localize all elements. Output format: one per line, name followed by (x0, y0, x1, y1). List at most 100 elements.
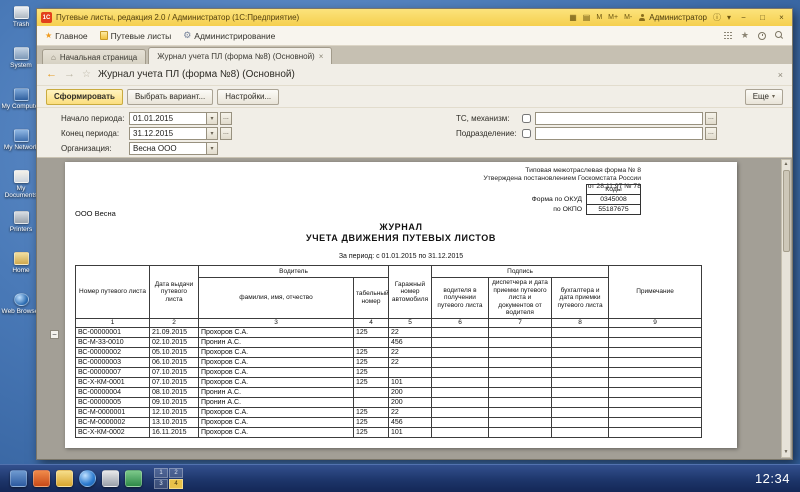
menu-item-waybills[interactable]: Путевые листы (100, 31, 172, 41)
cell-sign-accountant[interactable] (552, 407, 609, 417)
cell-issue-date[interactable]: 07.10.2015 (150, 367, 199, 377)
cell-waybill-number[interactable]: ВС-М-0000001 (76, 407, 150, 417)
cell-sign-dispatcher[interactable] (489, 397, 552, 407)
history-icon[interactable] (758, 32, 766, 40)
cell-sign-accountant[interactable] (552, 347, 609, 357)
back-arrow-icon[interactable]: ← (46, 69, 57, 80)
cell-issue-date[interactable]: 09.10.2015 (150, 397, 199, 407)
table-row[interactable]: ВС-00000005 09.10.2015 Пронин А.С. 200 (76, 397, 702, 407)
workspace-3[interactable]: 3 (154, 479, 168, 489)
cell-garage-number[interactable]: 200 (389, 397, 432, 407)
titlebar[interactable]: 1С Путевые листы, редакция 2.0 / Админис… (37, 9, 792, 26)
menu-item-main[interactable]: ★ Главное (45, 31, 88, 41)
cell-issue-date[interactable]: 21.09.2015 (150, 327, 199, 337)
table-row[interactable]: ВС-00000003 06.10.2015 Прохоров С.А. 125… (76, 357, 702, 367)
cell-note[interactable] (609, 417, 702, 427)
favorites-icon[interactable]: ★ (741, 31, 749, 40)
cell-tab-number[interactable]: 125 (354, 407, 389, 417)
cell-sign-accountant[interactable] (552, 337, 609, 347)
cell-sign-dispatcher[interactable] (489, 387, 552, 397)
cell-note[interactable] (609, 377, 702, 387)
cell-sign-dispatcher[interactable] (489, 357, 552, 367)
files-icon[interactable] (56, 470, 73, 487)
cell-waybill-number[interactable]: ВС-00000003 (76, 357, 150, 367)
table-row[interactable]: ВС-Х-КМ-0001 07.10.2015 Прохоров С.А. 12… (76, 377, 702, 387)
search-icon[interactable] (775, 31, 784, 40)
cell-sign-dispatcher[interactable] (489, 347, 552, 357)
cell-note[interactable] (609, 427, 702, 437)
workspace-1[interactable]: 1 (154, 468, 168, 478)
cell-sign-accountant[interactable] (552, 387, 609, 397)
cell-note[interactable] (609, 347, 702, 357)
cell-note[interactable] (609, 407, 702, 417)
table-row[interactable]: ВС-Х-КМ-0002 16.11.2015 Прохоров С.А. 12… (76, 427, 702, 437)
cell-note[interactable] (609, 337, 702, 347)
vehicle-checkbox[interactable] (522, 114, 531, 123)
cell-waybill-number[interactable]: ВС-М-0000002 (76, 417, 150, 427)
info-icon[interactable]: ⓘ (713, 14, 721, 22)
cell-sign-accountant[interactable] (552, 357, 609, 367)
cell-tab-number[interactable]: 125 (354, 357, 389, 367)
cell-driver-name[interactable]: Пронин А.С. (199, 337, 354, 347)
cell-waybill-number[interactable]: ВС-00000002 (76, 347, 150, 357)
cell-waybill-number[interactable]: ВС-00000005 (76, 397, 150, 407)
cell-waybill-number[interactable]: ВС-Х-КМ-0001 (76, 377, 150, 387)
forward-arrow-icon[interactable]: → (64, 69, 75, 80)
cell-tab-number[interactable] (354, 397, 389, 407)
cell-issue-date[interactable]: 13.10.2015 (150, 417, 199, 427)
period-start-input[interactable] (129, 112, 207, 125)
cell-sign-driver[interactable] (432, 347, 489, 357)
cell-driver-name[interactable]: Прохоров С.А. (199, 427, 354, 437)
settings-button[interactable]: Настройки... (217, 89, 279, 105)
cell-tab-number[interactable]: 125 (354, 347, 389, 357)
table-row[interactable]: ВС-00000001 21.09.2015 Прохоров С.А. 125… (76, 327, 702, 337)
cell-tab-number[interactable] (354, 387, 389, 397)
cell-driver-name[interactable]: Прохоров С.А. (199, 347, 354, 357)
cell-driver-name[interactable]: Прохоров С.А. (199, 417, 354, 427)
cell-garage-number[interactable]: 200 (389, 387, 432, 397)
cell-driver-name[interactable]: Пронин А.С. (199, 387, 354, 397)
cell-garage-number[interactable]: 456 (389, 337, 432, 347)
cell-tab-number[interactable]: 125 (354, 427, 389, 437)
cell-sign-driver[interactable] (432, 337, 489, 347)
cell-tab-number[interactable]: 125 (354, 377, 389, 387)
scroll-up-icon[interactable]: ▲ (782, 160, 790, 169)
period-end-input[interactable] (129, 127, 207, 140)
memory-m-minus-button[interactable]: М- (624, 14, 632, 21)
cell-sign-accountant[interactable] (552, 377, 609, 387)
workspace-2[interactable]: 2 (169, 468, 183, 478)
terminal-icon[interactable] (102, 470, 119, 487)
cell-driver-name[interactable]: Пронин А.С. (199, 397, 354, 407)
organization-input[interactable] (129, 142, 207, 155)
department-input[interactable] (535, 127, 703, 140)
cell-sign-dispatcher[interactable] (489, 407, 552, 417)
choose-variant-button[interactable]: Выбрать вариант... (127, 89, 213, 105)
cell-sign-driver[interactable] (432, 327, 489, 337)
minimize-button[interactable]: − (737, 14, 750, 22)
period-end-dropdown-icon[interactable]: ▾ (207, 127, 218, 140)
department-picker-button[interactable]: ... (705, 127, 717, 140)
cell-issue-date[interactable]: 02.10.2015 (150, 337, 199, 347)
scrollbar-thumb[interactable] (783, 170, 790, 252)
memory-m-button[interactable]: М (596, 14, 602, 21)
cell-issue-date[interactable]: 12.10.2015 (150, 407, 199, 417)
cell-waybill-number[interactable]: ВС-00000007 (76, 367, 150, 377)
calculator-icon[interactable]: ▦ (569, 14, 577, 22)
organization-name[interactable]: ООО Весна (75, 209, 116, 218)
web-browser-icon[interactable] (79, 470, 96, 487)
chevron-down-icon[interactable]: ▾ (727, 14, 731, 22)
cell-waybill-number[interactable]: ВС-М-33-0010 (76, 337, 150, 347)
vehicle-picker-button[interactable]: ... (705, 112, 717, 125)
all-functions-icon[interactable] (724, 32, 732, 40)
table-row[interactable]: ВС-М-33-0010 02.10.2015 Пронин А.С. 456 (76, 337, 702, 347)
cell-tab-number[interactable]: 125 (354, 327, 389, 337)
cell-garage-number[interactable]: 101 (389, 377, 432, 387)
cell-note[interactable] (609, 397, 702, 407)
cell-driver-name[interactable]: Прохоров С.А. (199, 367, 354, 377)
cell-sign-driver[interactable] (432, 397, 489, 407)
cell-sign-accountant[interactable] (552, 417, 609, 427)
cell-sign-dispatcher[interactable] (489, 417, 552, 427)
cell-note[interactable] (609, 357, 702, 367)
cell-issue-date[interactable]: 16.11.2015 (150, 427, 199, 437)
cell-sign-dispatcher[interactable] (489, 427, 552, 437)
